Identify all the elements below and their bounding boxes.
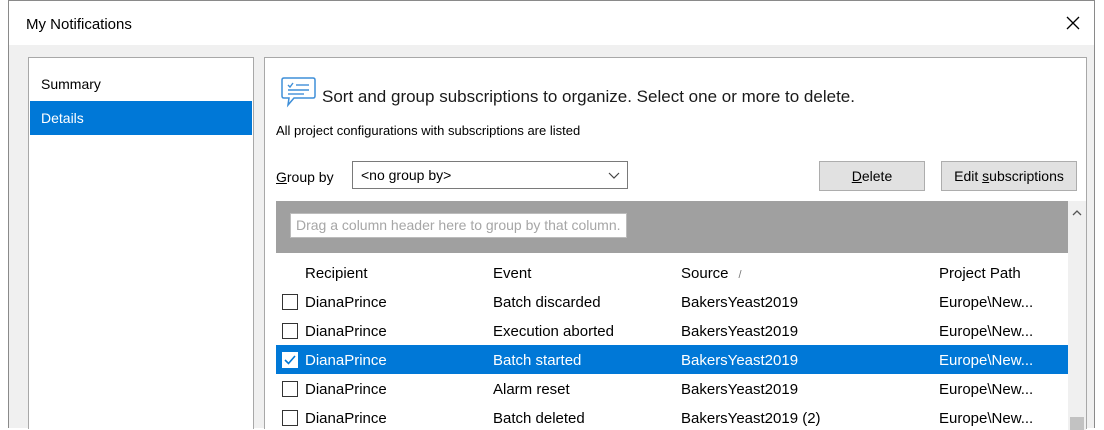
instructions-subline: All project configurations with subscrip…	[276, 123, 581, 138]
scroll-up-button[interactable]	[1068, 201, 1086, 225]
scroll-thumb[interactable]	[1070, 417, 1084, 430]
delete-button[interactable]: Delete	[819, 161, 925, 191]
cell-project-path: Europe\New...	[939, 294, 1034, 311]
cell-source: BakersYeast2019	[681, 381, 799, 398]
title-bar: My Notifications	[9, 1, 1094, 45]
cell-event: Alarm reset	[493, 381, 570, 398]
cell-project-path: Europe\New...	[939, 352, 1034, 369]
group-by-label-rest: roup by	[286, 169, 334, 185]
window-title: My Notifications	[26, 16, 132, 33]
group-by-value: <no group by>	[361, 167, 452, 183]
column-header-source[interactable]: Source /	[681, 265, 742, 282]
edit-label-rest: ubscriptions	[989, 168, 1064, 184]
cell-recipient: DianaPrince	[305, 323, 387, 340]
group-by-hint: Drag a column header here to group by th…	[290, 213, 627, 238]
grid-header-row: Recipient Event Source / Project Path	[276, 253, 1068, 287]
chevron-up-icon	[1072, 210, 1082, 216]
close-icon	[1066, 16, 1080, 30]
cell-project-path: Europe\New...	[939, 410, 1034, 427]
cell-source: BakersYeast2019	[681, 294, 799, 311]
row-checkbox[interactable]	[282, 352, 298, 368]
column-header-project-path[interactable]: Project Path	[939, 265, 1021, 282]
instructions-headline: Sort and group subscriptions to organize…	[322, 87, 855, 106]
group-by-access-key: G	[276, 169, 287, 185]
column-header-event[interactable]: Event	[493, 265, 531, 282]
table-row[interactable]: DianaPrince Alarm reset BakersYeast2019 …	[276, 374, 1068, 403]
cell-project-path: Europe\New...	[939, 323, 1034, 340]
cell-source: BakersYeast2019	[681, 352, 799, 369]
column-header-recipient[interactable]: Recipient	[305, 265, 368, 282]
cell-recipient: DianaPrince	[305, 410, 387, 427]
nav-item-label: Summary	[41, 76, 101, 92]
cell-source: BakersYeast2019	[681, 323, 799, 340]
cell-project-path: Europe\New...	[939, 381, 1034, 398]
delete-access-key: D	[851, 168, 862, 184]
edit-subscriptions-button[interactable]: Edit s ubscriptions	[941, 161, 1077, 191]
close-button[interactable]	[1060, 10, 1086, 36]
cell-event: Batch discarded	[493, 294, 601, 311]
nav-item-summary[interactable]: Summary	[30, 67, 252, 101]
grid-scrollbar[interactable]	[1068, 201, 1086, 430]
chevron-down-icon	[608, 172, 620, 179]
table-row[interactable]: DianaPrince Batch deleted BakersYeast201…	[276, 403, 1068, 430]
nav-list: Summary Details	[28, 57, 254, 429]
subscriptions-grid: Drag a column header here to group by th…	[276, 201, 1068, 430]
speech-bubble-checklist-icon	[281, 77, 316, 108]
cell-event: Batch started	[493, 352, 582, 369]
checkmark-icon	[284, 355, 296, 365]
group-by-dropdown[interactable]: <no group by>	[352, 161, 628, 189]
row-checkbox[interactable]	[282, 323, 298, 339]
row-checkbox[interactable]	[282, 410, 298, 426]
cell-recipient: DianaPrince	[305, 294, 387, 311]
edit-access-key: s	[982, 168, 990, 184]
nav-item-details[interactable]: Details	[30, 101, 252, 135]
cell-recipient: DianaPrince	[305, 352, 387, 369]
cell-recipient: DianaPrince	[305, 381, 387, 398]
cell-source: BakersYeast2019 (2)	[681, 410, 821, 427]
row-checkbox[interactable]	[282, 381, 298, 397]
table-row[interactable]: DianaPrince Execution aborted BakersYeas…	[276, 316, 1068, 345]
delete-label-rest: elete	[861, 168, 893, 184]
row-checkbox[interactable]	[282, 294, 298, 310]
group-by-drop-area[interactable]: Drag a column header here to group by th…	[276, 201, 1068, 253]
group-by-label: Group by	[276, 169, 334, 185]
notifications-window: My Notifications Summary Details Sort an…	[8, 0, 1095, 430]
column-header-source-label: Source	[681, 265, 729, 282]
cell-event: Execution aborted	[493, 323, 614, 340]
details-panel: Sort and group subscriptions to organize…	[264, 57, 1087, 430]
cell-event: Batch deleted	[493, 410, 585, 427]
table-row[interactable]: DianaPrince Batch discarded BakersYeast2…	[276, 287, 1068, 316]
nav-item-label: Details	[41, 110, 84, 126]
table-row-selected[interactable]: DianaPrince Batch started BakersYeast201…	[276, 345, 1068, 374]
sort-indicator-icon: /	[738, 269, 742, 281]
edit-label-pre: Edit	[954, 168, 983, 184]
